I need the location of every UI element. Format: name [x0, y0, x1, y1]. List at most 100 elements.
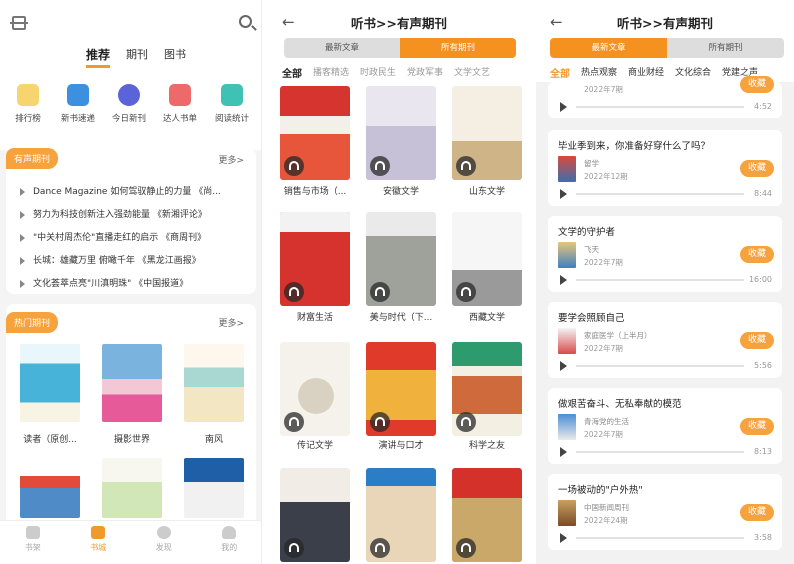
journal-cover[interactable]	[452, 86, 522, 180]
journal-cover[interactable]	[280, 86, 350, 180]
category-all[interactable]: 全部	[282, 65, 302, 80]
article-issue: 2022年7期	[584, 430, 623, 439]
journal-cover[interactable]	[184, 458, 244, 518]
journal-name: 西藏文学	[468, 313, 505, 323]
category-item[interactable]: 热点观察	[581, 65, 617, 80]
more-link[interactable]: 更多>	[218, 153, 244, 166]
nav-bookshelf[interactable]: 书架	[0, 521, 66, 564]
journal-name: 财富生活	[296, 313, 333, 323]
journal-cover[interactable]	[102, 458, 162, 518]
progress-track[interactable]	[576, 279, 744, 281]
collect-button[interactable]: 收藏	[740, 504, 774, 521]
quick-today-new[interactable]: 今日新刊	[103, 84, 155, 124]
progress-track[interactable]	[576, 537, 744, 539]
journal-cover[interactable]	[20, 344, 80, 422]
category-all[interactable]: 全部	[550, 65, 570, 80]
category-item[interactable]: 播客精选	[313, 65, 349, 80]
tab-latest-articles[interactable]: 最新文章	[284, 38, 400, 58]
page-title: 听书>>有声期刊	[617, 16, 713, 31]
journal-thumbnail	[558, 242, 576, 268]
audio-journals-card: 有声期刊 更多> Dance Magazine 如何驾驭静止的力量 《尚... …	[6, 148, 256, 294]
journal-cover[interactable]	[280, 342, 350, 436]
journal-name: 美与时代（下...	[369, 313, 433, 323]
audio-item[interactable]: 文化荟萃点亮"川滇明珠" 《中国报道》	[20, 276, 246, 289]
category-item[interactable]: 时政民生	[360, 65, 396, 80]
journal-name: 科学之友	[468, 441, 505, 451]
journal-cover[interactable]	[102, 344, 162, 422]
collect-button[interactable]: 收藏	[740, 76, 774, 93]
home-header	[0, 0, 261, 150]
article-card[interactable]: 毕业季到来，你准备好穿什么了吗？ 留学 2022年12期 收藏 8:44	[548, 130, 782, 206]
search-icon[interactable]	[239, 15, 252, 28]
tab-recommend[interactable]: 推荐	[86, 46, 111, 68]
category-item[interactable]: 党政军事	[407, 65, 443, 80]
article-card[interactable]: 要学会照顾自己 家庭医学（上半月） 2022年7期 收藏 5:56	[548, 302, 782, 378]
journal-cover[interactable]	[366, 342, 436, 436]
nav-discover[interactable]: 发现	[131, 521, 197, 564]
journal-cover[interactable]	[366, 212, 436, 306]
nav-bookstore[interactable]: 书城	[66, 521, 132, 564]
article-issue: 2022年7期	[584, 258, 623, 267]
article-duration: 5:56	[754, 361, 772, 370]
journal-cover[interactable]	[280, 212, 350, 306]
progress-track[interactable]	[576, 106, 744, 108]
play-icon[interactable]	[560, 361, 567, 371]
article-card[interactable]: 一场被动的"户外热" 中国新闻周刊 2022年24期 收藏 3:58	[548, 474, 782, 550]
progress-track[interactable]	[576, 451, 744, 453]
journal-cover[interactable]	[452, 212, 522, 306]
pie-chart-icon	[118, 84, 140, 106]
journal-grid-screen: ← 听书>>有声期刊 最新文章 所有期刊 全部 播客精选 时政民生 党政军事 文…	[268, 0, 530, 564]
journal-cover[interactable]	[452, 468, 522, 562]
journal-thumbnail	[558, 414, 576, 440]
article-source: 飞天	[584, 245, 599, 254]
tab-books[interactable]: 图书	[164, 46, 186, 68]
collect-button[interactable]: 收藏	[740, 160, 774, 177]
audio-item[interactable]: Dance Magazine 如何驾驭静止的力量 《尚...	[20, 184, 246, 197]
journal-cover[interactable]	[366, 468, 436, 562]
play-icon[interactable]	[560, 533, 567, 543]
view-switch: 最新文章 所有期刊	[284, 38, 516, 58]
category-item[interactable]: 商业财经	[628, 65, 664, 80]
tab-journals[interactable]: 期刊	[126, 46, 148, 68]
audio-item[interactable]: 努力为科技创新注入强劲能量 《新湘评论》	[20, 207, 246, 220]
compass-icon	[156, 526, 171, 539]
play-icon[interactable]	[560, 189, 567, 199]
tab-latest-articles[interactable]: 最新文章	[550, 38, 667, 58]
progress-track[interactable]	[576, 365, 744, 367]
audio-item[interactable]: "中关村周杰伦"直播走红的启示 《商周刊》	[20, 230, 246, 243]
tab-all-journals[interactable]: 所有期刊	[400, 38, 516, 58]
scan-icon[interactable]	[10, 16, 28, 30]
quick-new-books[interactable]: 新书速递	[52, 84, 104, 124]
quick-ranking[interactable]: 排行榜	[2, 84, 54, 124]
play-icon[interactable]	[560, 275, 567, 285]
journal-cover[interactable]	[452, 342, 522, 436]
nav-mine[interactable]: 我的	[197, 521, 262, 564]
article-card[interactable]: 文学的守护者 飞天 2022年7期 收藏 16:00	[548, 216, 782, 292]
category-item[interactable]: 文化综合	[675, 65, 711, 80]
journal-cover[interactable]	[184, 344, 244, 422]
quick-booklists[interactable]: 达人书单	[154, 84, 206, 124]
section-title: 有声期刊	[6, 148, 59, 169]
quick-reading-stats[interactable]: 阅读统计	[206, 84, 258, 124]
journal-cover[interactable]	[280, 468, 350, 562]
article-card[interactable]: 2022年7期 收藏 4:52	[548, 76, 782, 118]
collect-button[interactable]: 收藏	[740, 332, 774, 349]
article-issue: 2022年24期	[584, 516, 628, 525]
journal-cover[interactable]	[20, 458, 80, 518]
article-duration: 8:13	[754, 447, 772, 456]
article-issue: 2022年7期	[584, 85, 623, 94]
tab-all-journals[interactable]: 所有期刊	[667, 38, 784, 58]
article-card[interactable]: 做艰苦奋斗、无私奉献的模范 青海党的生活 2022年7期 收藏 8:13	[548, 388, 782, 464]
play-icon[interactable]	[560, 102, 567, 112]
collect-button[interactable]: 收藏	[740, 418, 774, 435]
collect-button[interactable]: 收藏	[740, 246, 774, 263]
audio-item[interactable]: 长城：雄藏万里 俯瞰千年 《黑龙江画报》	[20, 253, 246, 266]
play-icon[interactable]	[560, 447, 567, 457]
progress-track[interactable]	[576, 193, 744, 195]
category-item[interactable]: 文学文艺	[454, 65, 490, 80]
hot-journals-card: 热门期刊 更多> 读者（原创... 摄影世界 南风	[6, 304, 256, 528]
category-tabs: 全部 热点观察 商业财经 文化综合 党建之声	[550, 65, 758, 80]
journal-cover[interactable]	[366, 86, 436, 180]
more-link[interactable]: 更多>	[218, 316, 244, 329]
article-duration: 4:52	[754, 102, 772, 111]
